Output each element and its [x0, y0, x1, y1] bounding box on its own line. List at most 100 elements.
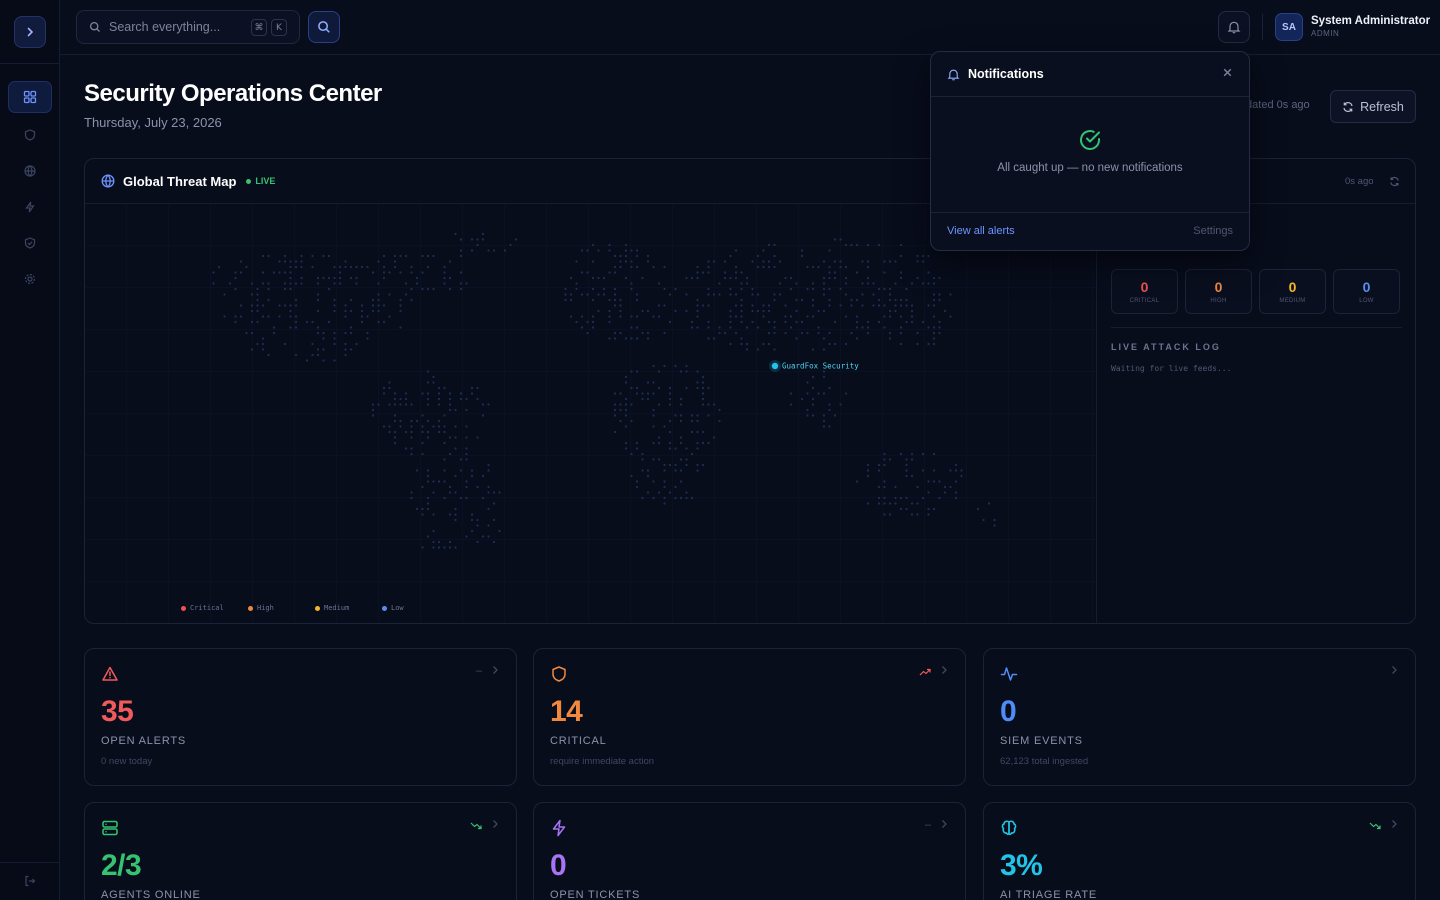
map-dot — [421, 546, 424, 549]
map-dot — [916, 331, 919, 335]
world-map[interactable]: GuardFox Security — [85, 204, 1096, 624]
notifications-settings-link[interactable]: Settings — [1193, 225, 1233, 237]
close-icon[interactable] — [1222, 67, 1233, 78]
map-dot — [575, 260, 578, 263]
map-dot — [938, 331, 941, 335]
view-all-alerts-link[interactable]: View all alerts — [947, 225, 1015, 237]
map-dot — [921, 260, 925, 263]
map-dot — [256, 304, 259, 307]
map-dot — [844, 276, 848, 280]
sidebar-item-alerts[interactable] — [8, 119, 52, 151]
map-dot — [839, 238, 842, 241]
map-dot — [899, 507, 903, 511]
map-dot — [448, 491, 452, 494]
map-dot — [767, 243, 771, 247]
map-dot — [734, 271, 738, 274]
map-dot — [690, 452, 694, 456]
map-dot — [701, 271, 705, 274]
severity-low-label: LOW — [1359, 298, 1374, 304]
map-dot — [740, 282, 743, 285]
sidebar-item-incidents[interactable] — [8, 191, 52, 223]
map-dot — [872, 304, 875, 307]
map-dot — [663, 469, 666, 472]
map-dot — [421, 271, 424, 274]
map-dot — [866, 326, 870, 329]
map-dot — [371, 408, 375, 412]
stat-card-agents-online[interactable]: 2/3 AGENTS ONLINE — [84, 802, 517, 900]
map-dot — [399, 298, 402, 302]
map-dot — [261, 282, 265, 285]
map-dot — [465, 425, 468, 428]
map-dot — [822, 392, 826, 395]
map-dot — [685, 309, 688, 313]
map-dot — [822, 276, 826, 280]
map-dot — [910, 309, 914, 313]
map-dot — [663, 265, 666, 269]
legend-dot-high — [248, 605, 253, 611]
map-dot — [597, 309, 600, 313]
map-dot — [679, 403, 683, 406]
map-dot — [448, 408, 452, 412]
stat-label: OPEN ALERTS — [101, 735, 187, 747]
chevron-right-icon — [942, 666, 947, 674]
stat-card-open-alerts[interactable]: – 35 OPEN ALERTS 0 new today — [84, 648, 517, 786]
map-dot — [811, 403, 815, 406]
stat-value: 0 — [1000, 695, 1017, 728]
map-dot — [734, 265, 738, 269]
map-dot — [443, 414, 446, 417]
avatar[interactable]: SA — [1275, 13, 1303, 41]
map-dot — [646, 254, 650, 258]
map-dot — [371, 414, 375, 417]
map-dot — [690, 320, 694, 324]
map-dot — [806, 414, 809, 417]
notifications-button[interactable] — [1218, 11, 1250, 43]
map-dot — [938, 276, 941, 280]
map-dot — [745, 342, 749, 346]
map-dot — [916, 254, 919, 258]
map-dot — [652, 496, 655, 500]
sidebar-logout-button[interactable] — [8, 865, 52, 897]
map-dot — [569, 276, 573, 280]
map-dot — [756, 348, 760, 351]
refresh-button[interactable]: Refresh — [1330, 90, 1416, 123]
map-dot — [613, 331, 617, 335]
search-button[interactable] — [308, 11, 340, 43]
map-dot — [492, 249, 496, 252]
map-dot — [338, 271, 342, 274]
sidebar-item-compliance[interactable] — [8, 227, 52, 259]
map-dot — [393, 260, 397, 263]
map-dot — [745, 326, 749, 329]
map-dot — [575, 282, 578, 285]
map-dot — [580, 271, 584, 274]
sidebar-toggle-button[interactable] — [14, 16, 46, 48]
map-dot — [844, 265, 848, 269]
map-dot — [707, 265, 710, 269]
stat-card-ai-triage-rate[interactable]: 3% AI TRIAGE RATE — [983, 802, 1416, 900]
map-dot — [987, 502, 991, 505]
user-role: ADMIN — [1311, 29, 1340, 38]
map-dot — [729, 287, 732, 291]
sidebar-item-threat-map[interactable] — [8, 155, 52, 187]
map-dot — [399, 326, 402, 329]
map-dot — [256, 287, 259, 291]
sidebar-item-settings[interactable] — [8, 263, 52, 295]
map-marker-guardfox[interactable]: GuardFox Security — [769, 360, 859, 372]
map-dot — [613, 304, 617, 307]
map-dot — [811, 287, 815, 291]
refresh-icon[interactable] — [1389, 176, 1400, 187]
search-input[interactable]: Search everything... ⌘ K — [76, 10, 300, 44]
map-dot — [256, 309, 259, 313]
map-dot — [261, 304, 265, 307]
stat-card-open-tickets[interactable]: – 0 OPEN TICKETS — [533, 802, 966, 900]
map-dot — [630, 265, 633, 269]
map-dot — [426, 392, 430, 395]
legend-label-high: High — [257, 604, 274, 612]
sidebar-item-dashboard[interactable] — [8, 81, 52, 113]
map-dot — [399, 304, 402, 307]
map-dot — [877, 502, 881, 505]
map-dot — [481, 535, 485, 538]
stat-card-siem-events[interactable]: 0 SIEM EVENTS 62,123 total ingested — [983, 648, 1416, 786]
stat-card-critical[interactable]: 14 CRITICAL require immediate action — [533, 648, 966, 786]
user-name[interactable]: System Administrator — [1311, 15, 1430, 27]
map-dot — [267, 353, 270, 357]
